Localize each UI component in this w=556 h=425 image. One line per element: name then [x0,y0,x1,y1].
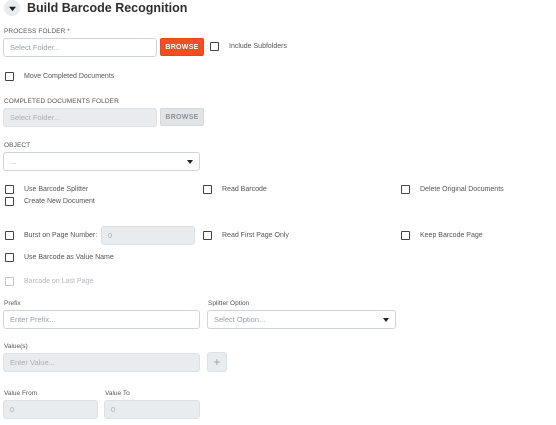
delete-original-checkbox[interactable] [401,185,410,194]
burst-on-page-number-checkbox[interactable] [5,231,14,240]
include-subfolders-label: Include Subfolders [229,43,287,50]
create-new-document-label: Create New Document [24,198,95,205]
completed-folder-input: Select Folder... [3,108,157,127]
values-input: Enter Value... [3,353,200,372]
page-title: Build Barcode Recognition [27,1,188,15]
burst-page-number-input: 0 [101,226,195,245]
splitter-option-value: Select Option... [214,315,266,324]
values-label: Value(s) [4,343,28,350]
process-folder-label: PROCESS FOLDER * [4,28,70,35]
object-label: OBJECT [4,142,31,149]
read-first-page-only-checkbox[interactable] [203,231,212,240]
prefix-label: Prefix [4,300,21,307]
object-select[interactable]: ... [3,152,200,171]
delete-original-label: Delete Original Documents [420,186,504,193]
completed-folder-label: COMPLETED DOCUMENTS FOLDER [4,98,119,105]
use-barcode-splitter-checkbox[interactable] [5,185,14,194]
move-completed-checkbox[interactable] [5,72,14,81]
completed-folder-browse-button: BROWSE [160,108,204,126]
chevron-down-icon [8,6,16,11]
read-barcode-checkbox[interactable] [203,185,212,194]
read-barcode-label: Read Barcode [222,186,267,193]
collapse-toggle-button[interactable] [4,0,20,16]
caret-down-icon [187,160,193,164]
keep-barcode-page-label: Keep Barcode Page [420,232,483,239]
use-barcode-as-value-name-checkbox[interactable] [5,253,14,262]
value-to-input: 0 [104,400,200,419]
splitter-option-select[interactable]: Select Option... [207,310,396,329]
use-barcode-splitter-label: Use Barcode Splitter [24,186,89,193]
process-folder-browse-button[interactable]: BROWSE [160,38,204,56]
include-subfolders-checkbox[interactable] [210,42,219,51]
barcode-on-last-page-label: Barcode on Last Page [24,278,94,285]
add-value-button: + [207,352,227,372]
value-from-input: 0 [3,400,98,419]
keep-barcode-page-checkbox[interactable] [401,231,410,240]
process-folder-input[interactable]: Select Folder... [3,38,157,57]
create-new-document-checkbox[interactable] [5,197,14,206]
barcode-on-last-page-checkbox [5,277,14,286]
object-select-value: ... [10,157,17,166]
move-completed-label: Move Completed Documents [24,73,115,80]
caret-down-icon [383,318,389,322]
burst-on-page-number-label: Burst on Page Number: [24,232,98,239]
value-from-label: Value From [4,390,38,397]
prefix-input[interactable]: Enter Prefix... [3,310,200,329]
read-first-page-only-label: Read First Page Only [222,232,289,239]
value-to-label: Value To [105,390,130,397]
use-barcode-as-value-name-label: Use Barcode as Value Name [24,254,114,261]
splitter-option-label: Splitter Option [208,300,250,307]
